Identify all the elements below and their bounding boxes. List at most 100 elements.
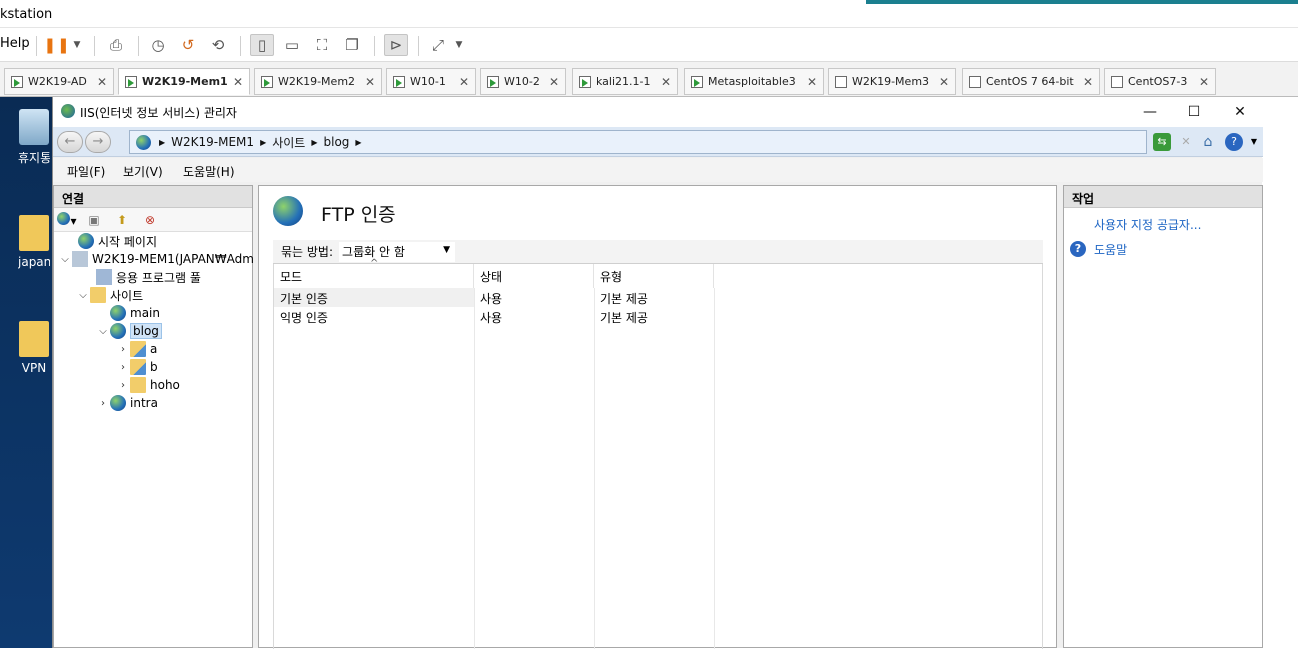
tree-node-site-intra[interactable]: › intra — [96, 394, 158, 412]
vm-tab[interactable]: Metasploitable3 ✕ — [684, 68, 824, 95]
snapshot-manager-icon[interactable]: ⟲ — [206, 34, 230, 56]
start-page-icon — [78, 233, 94, 249]
connections-toolbar: ▾ ▣ ⬆ ⊗ — [54, 208, 252, 232]
close-icon[interactable]: ✕ — [1083, 75, 1093, 89]
vm-tab[interactable]: W10-2 ✕ — [480, 68, 566, 95]
refresh-icon[interactable]: ⇆ — [1153, 133, 1171, 151]
tree-node-vdir-a[interactable]: › a — [116, 340, 157, 358]
forward-button[interactable]: → — [85, 131, 111, 153]
tree-node-server[interactable]: ⌵ W2K19-MEM1(JAPAN₩Adm — [58, 250, 254, 268]
breadcrumb-item[interactable]: blog — [324, 135, 350, 149]
snapshot-icon[interactable]: ◷ — [146, 34, 170, 56]
vm-tab-label: kali21.1-1 — [596, 75, 651, 88]
vm-tab-label: W2K19-Mem3 — [852, 75, 930, 88]
tree-node-folder-hoho[interactable]: › hoho — [116, 376, 180, 394]
vm-tab[interactable]: kali21.1-1 ✕ — [572, 68, 678, 95]
connections-title: 연결 — [54, 186, 252, 208]
chevron-right-icon[interactable]: › — [96, 398, 110, 409]
chevron-right-icon[interactable]: › — [116, 362, 130, 373]
close-icon[interactable]: ✕ — [939, 75, 949, 89]
unity-icon[interactable]: ❐ — [340, 34, 364, 56]
power-dropdown-icon[interactable]: ▼ — [70, 34, 84, 56]
breadcrumb-item[interactable]: 사이트 — [272, 134, 305, 151]
vm-running-icon — [261, 75, 273, 88]
table-row[interactable]: 기본 인증 사용 기본 제공 — [274, 288, 1044, 307]
tree-node-site-main[interactable]: main — [96, 304, 160, 322]
action-custom-providers[interactable]: 사용자 지정 공급자... — [1094, 216, 1201, 233]
pause-icon[interactable]: ❚❚ — [43, 34, 69, 56]
vm-tab[interactable]: CentOS 7 64-bit ✕ — [962, 68, 1100, 95]
home-icon[interactable]: ⌂ — [1199, 133, 1217, 151]
menu-help[interactable]: 도움말(H) — [183, 163, 235, 180]
console-view-icon[interactable]: ⊳ — [384, 34, 408, 56]
column-header-mode[interactable]: ^ 모드 — [274, 258, 474, 288]
close-icon[interactable]: ✕ — [365, 75, 375, 89]
disconnect-icon[interactable]: ⊗ — [142, 212, 158, 228]
vm-tab[interactable]: W10-1 ✕ — [386, 68, 476, 95]
breadcrumb[interactable]: ▶ W2K19-MEM1 ▶ 사이트 ▶ blog ▶ — [129, 130, 1147, 154]
column-header-status[interactable]: 상태 — [474, 264, 594, 288]
virtual-directory-icon — [130, 359, 146, 375]
tree-node-label: b — [150, 360, 158, 374]
up-folder-icon[interactable]: ⬆ — [114, 212, 130, 228]
close-icon[interactable]: ✕ — [807, 75, 817, 89]
chevron-right-icon[interactable]: › — [116, 380, 130, 391]
help-icon[interactable]: ? — [1225, 133, 1243, 151]
tree-node-start-page[interactable]: 시작 페이지 — [64, 232, 157, 250]
save-icon[interactable]: ▣ — [86, 212, 102, 228]
breadcrumb-item[interactable]: W2K19-MEM1 — [171, 135, 254, 149]
chevron-down-icon[interactable]: ⌵ — [96, 326, 110, 337]
close-icon[interactable]: ✕ — [549, 75, 559, 89]
tree-node-vdir-b[interactable]: › b — [116, 358, 158, 376]
vm-tab[interactable]: W2K19-AD ✕ — [4, 68, 114, 95]
vm-running-icon — [579, 75, 591, 88]
close-icon[interactable]: ✕ — [233, 75, 243, 89]
column-header-type[interactable]: 유형 — [594, 264, 714, 288]
table-row[interactable]: 익명 인증 사용 기본 제공 — [274, 307, 1044, 326]
cell-type: 기본 제공 — [600, 311, 648, 325]
thumbnail-view-icon[interactable]: ▭ — [280, 34, 304, 56]
fullscreen-icon[interactable]: ⛶ — [310, 34, 334, 56]
folder-icon — [19, 321, 49, 357]
stretch-dropdown-icon[interactable]: ▼ — [452, 34, 466, 56]
stop-icon[interactable]: ✕ — [1177, 133, 1195, 151]
close-icon[interactable]: ✕ — [1199, 75, 1209, 89]
library-view-icon[interactable]: ▯ — [250, 34, 274, 56]
menu-view[interactable]: 보기(V) — [123, 163, 163, 180]
chevron-right-icon[interactable]: › — [116, 344, 130, 355]
help-dropdown-icon[interactable]: ▼ — [1245, 133, 1263, 151]
vm-tab[interactable]: CentOS7-3 ✕ — [1104, 68, 1216, 95]
vm-tab[interactable]: W2K19-Mem3 ✕ — [828, 68, 956, 95]
globe-icon — [110, 323, 126, 339]
vm-tab[interactable]: W2K19-Mem2 ✕ — [254, 68, 382, 95]
help-menu[interactable]: Help — [0, 36, 30, 51]
tree-node-sites[interactable]: ⌵ 사이트 — [76, 286, 143, 304]
menu-file[interactable]: 파일(F) — [67, 163, 105, 180]
action-help[interactable]: 도움말 — [1094, 241, 1127, 258]
revert-snapshot-icon[interactable]: ↺ — [176, 34, 200, 56]
chevron-down-icon[interactable]: ⌵ — [58, 254, 72, 265]
close-icon[interactable]: ✕ — [97, 75, 107, 89]
actions-title: 작업 — [1064, 186, 1262, 208]
cell-status: 사용 — [480, 311, 503, 325]
tree-node-app-pools[interactable]: 응용 프로그램 풀 — [82, 268, 201, 286]
minimize-button[interactable]: — — [1127, 101, 1173, 123]
group-by-select[interactable]: 그룹화 안 함 ▼ — [339, 241, 456, 262]
vm-tab-label: W2K19-Mem2 — [278, 75, 356, 88]
desktop-icon-folder[interactable]: japan — [18, 215, 50, 269]
desktop-icon-label: japan — [18, 255, 50, 269]
maximize-button[interactable]: ☐ — [1171, 101, 1217, 123]
tree-node-site-blog[interactable]: ⌵ blog — [96, 322, 162, 340]
close-button[interactable]: ✕ — [1217, 101, 1263, 123]
chevron-down-icon[interactable]: ⌵ — [76, 290, 90, 301]
close-icon[interactable]: ✕ — [459, 75, 469, 89]
vm-tab[interactable]: W2K19-Mem1 ✕ — [118, 68, 250, 95]
stretch-icon[interactable]: ⤢ — [426, 34, 450, 56]
desktop-icon-folder[interactable]: VPN — [18, 321, 50, 375]
desktop-icon-recycle-bin[interactable]: 휴지통 — [18, 109, 50, 166]
toolbar-separator — [418, 36, 419, 56]
back-button[interactable]: ← — [57, 131, 83, 153]
send-keys-icon[interactable]: ⎙ — [104, 34, 128, 56]
close-icon[interactable]: ✕ — [661, 75, 671, 89]
connect-icon[interactable]: ▾ — [56, 212, 78, 228]
